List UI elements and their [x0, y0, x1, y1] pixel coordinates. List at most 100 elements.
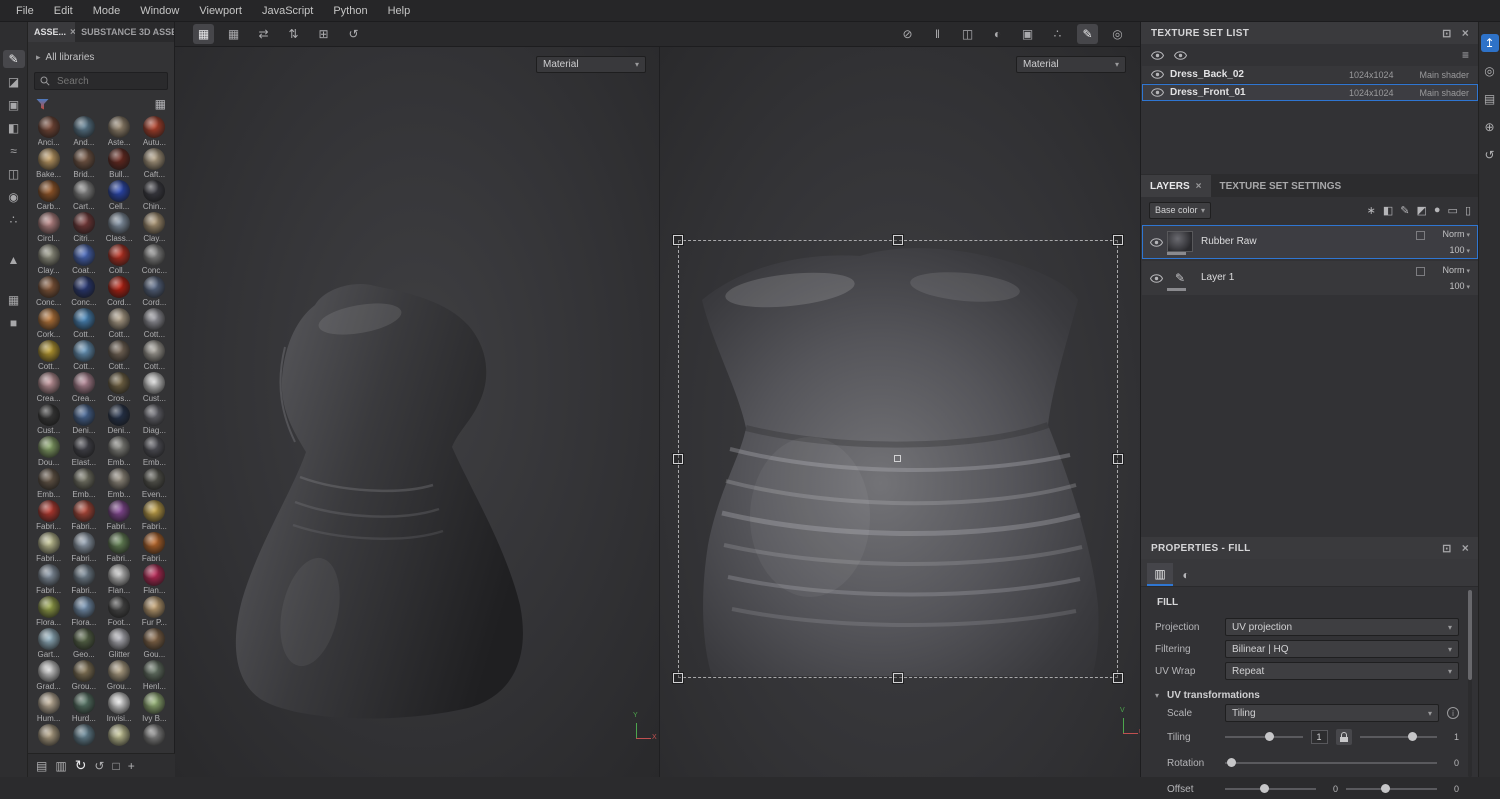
add-frame-icon[interactable]: ⊞	[313, 24, 334, 44]
asset-item[interactable]: Grou...	[103, 660, 136, 692]
add-paint-layer-icon[interactable]: ✎	[1400, 204, 1409, 217]
asset-item[interactable]: And...	[67, 116, 100, 148]
asset-item[interactable]: Henl...	[138, 660, 171, 692]
asset-item[interactable]: Cott...	[32, 340, 65, 372]
asset-item[interactable]: Fur P...	[138, 596, 171, 628]
tab-material-properties[interactable]	[1173, 563, 1199, 586]
asset-item[interactable]: Clay...	[32, 244, 65, 276]
geometry-mask-icon[interactable]: ▲	[3, 251, 25, 269]
shelf-history-icon[interactable]: ↺	[94, 759, 104, 773]
tiling-value-input[interactable]: 1	[1310, 730, 1328, 744]
layer-opacity[interactable]: 100 ▾	[1449, 281, 1470, 291]
tab-texture-set-settings[interactable]: TEXTURE SET SETTINGS	[1211, 175, 1351, 197]
menu-edit[interactable]: Edit	[44, 5, 83, 17]
asset-item[interactable]: Cust...	[32, 404, 65, 436]
asset-item[interactable]: Flora...	[67, 596, 100, 628]
asset-item[interactable]: Diag...	[138, 404, 171, 436]
transform-handle[interactable]	[673, 235, 683, 245]
asset-item[interactable]: Geo...	[67, 628, 100, 660]
asset-item[interactable]: Emb...	[103, 468, 136, 500]
asset-item[interactable]: Chin...	[138, 180, 171, 212]
asset-item[interactable]: Fabri...	[138, 532, 171, 564]
viewport-2d[interactable]: Material V U	[660, 47, 1140, 777]
tiling-u-slider[interactable]	[1225, 731, 1303, 743]
layer-mask-checkbox[interactable]	[1416, 267, 1425, 276]
add-folder-icon[interactable]: ▭	[1448, 204, 1458, 217]
menu-javascript[interactable]: JavaScript	[252, 5, 323, 17]
asset-item[interactable]: Coll...	[103, 244, 136, 276]
clone-tool-icon[interactable]: ◫	[3, 165, 25, 183]
asset-item[interactable]: Cott...	[67, 308, 100, 340]
eye-icon[interactable]	[1151, 70, 1164, 79]
search-box[interactable]	[34, 72, 168, 90]
tab-fill-properties[interactable]	[1147, 563, 1173, 586]
close-icon[interactable]	[1196, 181, 1202, 192]
asset-item[interactable]: Citri...	[67, 212, 100, 244]
asset-item[interactable]: Fabri...	[103, 532, 136, 564]
close-icon[interactable]	[1452, 26, 1469, 40]
menu-window[interactable]: Window	[130, 5, 189, 17]
viewport-3d[interactable]: Material Y X	[175, 47, 660, 777]
transform-handle[interactable]	[1113, 235, 1123, 245]
asset-item[interactable]	[103, 724, 136, 753]
tiling-v-slider[interactable]	[1359, 731, 1437, 743]
particles-tool-icon[interactable]: ∴	[3, 211, 25, 229]
rotation-slider[interactable]	[1225, 757, 1437, 769]
asset-item[interactable]: Gart...	[32, 628, 65, 660]
list-options-icon[interactable]	[1462, 48, 1469, 62]
texture-set-row[interactable]: Dress_Front_01 1024x1024 Main shader	[1142, 84, 1478, 101]
asset-item[interactable]: Fabri...	[67, 500, 100, 532]
asset-item[interactable]: Hum...	[32, 692, 65, 724]
texture-set-row[interactable]: Dress_Back_02 1024x1024 Main shader	[1142, 66, 1478, 83]
split-view-icon[interactable]: ◫	[957, 24, 978, 44]
asset-item[interactable]: Invisi...	[103, 692, 136, 724]
snap-grid-icon[interactable]: ▦	[193, 24, 214, 44]
asset-item[interactable]: Fabri...	[67, 564, 100, 596]
asset-item[interactable]: Caft...	[138, 148, 171, 180]
transform-handle[interactable]	[673, 454, 683, 464]
grid-view-icon[interactable]	[155, 97, 166, 111]
refresh-shelf-icon[interactable]: ↻	[75, 757, 87, 774]
asset-item[interactable]: Deni...	[103, 404, 136, 436]
add-effect-icon[interactable]: ∗	[1367, 204, 1376, 217]
details-view-icon[interactable]: ▥	[55, 759, 66, 773]
scrollbar-thumb[interactable]	[1468, 590, 1472, 680]
filter-icon[interactable]	[36, 98, 49, 110]
asset-item[interactable]: Foot...	[103, 596, 136, 628]
asset-item[interactable]: Conc...	[32, 276, 65, 308]
material-sphere-icon[interactable]: ◐	[987, 24, 1008, 44]
asset-item[interactable]: Crea...	[32, 372, 65, 404]
menu-file[interactable]: File	[6, 5, 44, 17]
tab-substance-3d-assets[interactable]: SUBSTANCE 3D ASSE...	[75, 22, 174, 42]
asset-item[interactable]: Fabri...	[138, 500, 171, 532]
symmetry-x-icon[interactable]: ⇄	[253, 24, 274, 44]
transform-handle[interactable]	[893, 673, 903, 683]
import-resources-icon[interactable]: ▤	[36, 759, 47, 773]
tab-layers[interactable]: LAYERS	[1141, 175, 1211, 197]
asset-item[interactable]: Class...	[103, 212, 136, 244]
asset-item[interactable]: Brid...	[67, 148, 100, 180]
asset-item[interactable]: Cott...	[67, 340, 100, 372]
library-selector[interactable]: All libraries	[28, 46, 174, 68]
asset-item[interactable]: Grad...	[32, 660, 65, 692]
asset-item[interactable]: Anci...	[32, 116, 65, 148]
material-mode-dropdown-2d[interactable]: Material	[1016, 56, 1126, 73]
asset-item[interactable]: Flora...	[32, 596, 65, 628]
display-camera-icon[interactable]: ◎	[1481, 62, 1499, 80]
show-all-eye-icon[interactable]	[1151, 50, 1164, 60]
asset-item[interactable]: Cott...	[103, 308, 136, 340]
slider-thumb[interactable]	[1227, 758, 1237, 767]
popout-icon[interactable]	[1442, 542, 1452, 555]
smudge-tool-icon[interactable]: ≈	[3, 142, 25, 160]
projection-tool-icon[interactable]: ▣	[3, 96, 25, 114]
asset-item[interactable]: Emb...	[32, 468, 65, 500]
asset-item[interactable]: Fabri...	[103, 500, 136, 532]
asset-item[interactable]: Cros...	[103, 372, 136, 404]
hide-ui-eye-icon[interactable]: ⊘	[897, 24, 918, 44]
menu-viewport[interactable]: Viewport	[189, 5, 252, 17]
asset-item[interactable]: Elast...	[67, 436, 100, 468]
tab-assets[interactable]: ASSE...	[28, 22, 76, 42]
asset-item[interactable]: Even...	[138, 468, 171, 500]
asset-item[interactable]: Deni...	[67, 404, 100, 436]
asset-item[interactable]: Grou...	[67, 660, 100, 692]
